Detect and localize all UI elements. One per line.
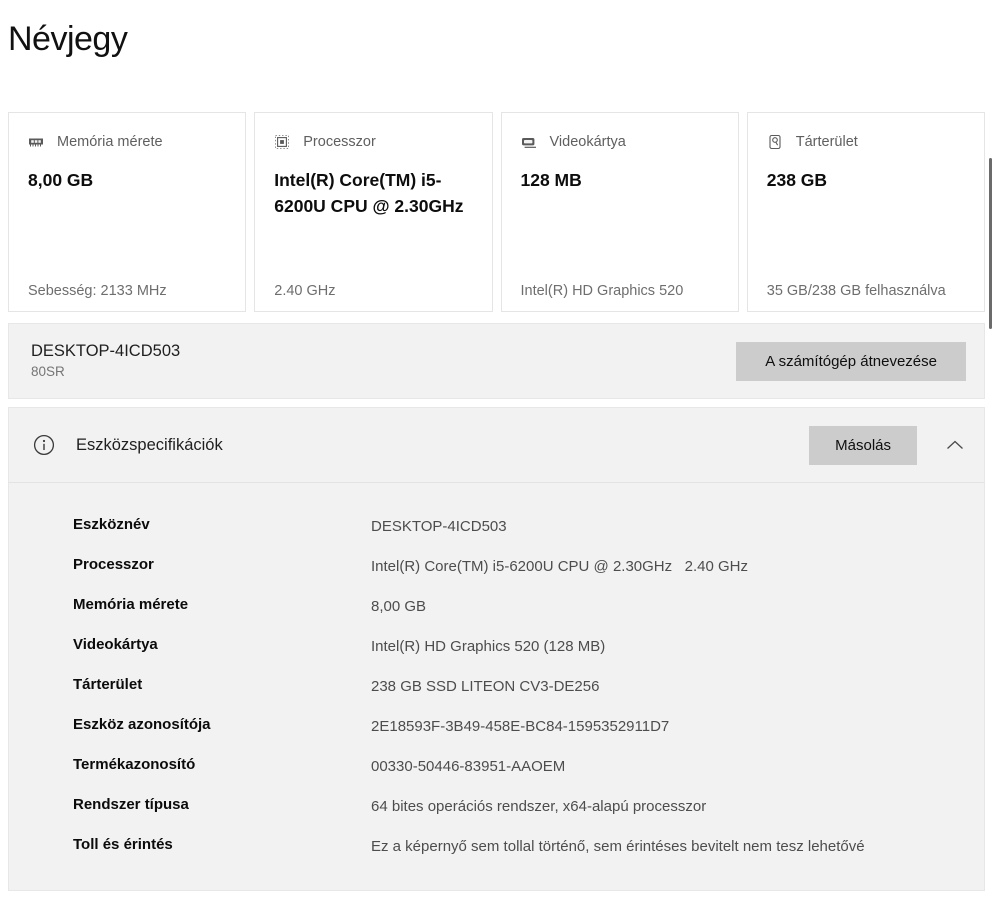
storage-icon: [769, 134, 781, 150]
device-specs-table: Eszköznév DESKTOP-4ICD503 Processzor Int…: [8, 483, 985, 891]
gpu-icon: [521, 138, 536, 148]
card-label: Memória mérete: [57, 134, 163, 150]
card-label: Tárterület: [795, 134, 858, 150]
card-footer: Intel(R) HD Graphics 520: [520, 283, 684, 299]
scrollbar-thumb[interactable]: [989, 158, 992, 329]
device-specs-title: Eszközspecifikációk: [76, 435, 223, 454]
card-value: 8,00 GB: [28, 170, 94, 190]
computer-name-bar: DESKTOP-4ICD503 80SR A számítógép átneve…: [8, 323, 985, 399]
card-footer: Sebesség: 2133 MHz: [28, 283, 167, 299]
card-footer: 35 GB/238 GB felhasználva: [766, 283, 946, 299]
rename-computer-button[interactable]: A számítógép átnevezése: [736, 341, 966, 381]
copy-button[interactable]: Másolás: [809, 425, 917, 465]
spec-row-processor: Processzor Intel(R) Core(TM) i5-6200U CP…: [73, 556, 748, 575]
card-processor: Processzor Intel(R) Core(TM) i5-6200U CP…: [254, 112, 493, 312]
card-memory: Memória mérete 8,00 GB Sebesség: 2133 MH…: [8, 112, 247, 312]
spec-row-product-id: Termékazonosító 00330-50446-83951-AAOEM: [73, 756, 566, 775]
spec-row-graphics: Videokártya Intel(R) HD Graphics 520 (12…: [73, 636, 606, 655]
spec-row-device-id: Eszköz azonosítója 2E18593F-3B49-458E-BC…: [73, 716, 670, 735]
chevron-up-icon[interactable]: [946, 440, 964, 450]
card-value: Intel(R) Core(TM) i5-6200U CPU @ 2.30GHz: [274, 170, 464, 216]
memory-icon: [29, 138, 43, 147]
hardware-cards: Memória mérete 8,00 GB Sebesség: 2133 MH…: [8, 112, 985, 312]
card-label: Processzor: [303, 134, 376, 150]
spec-row-device-name: Eszköznév DESKTOP-4ICD503: [73, 516, 507, 535]
cpu-icon: [275, 135, 290, 149]
spec-row-pen-touch: Toll és érintés Ez a képernyő sem tollal…: [73, 836, 865, 855]
card-storage: Tárterület 238 GB 35 GB/238 GB felhaszná…: [746, 112, 985, 312]
card-footer: 2.40 GHz: [274, 283, 336, 299]
computer-model: 80SR: [31, 363, 65, 379]
computer-name: DESKTOP-4ICD503: [31, 342, 181, 361]
device-specs-expander-header[interactable]: Eszközspecifikációk Másolás: [8, 407, 985, 483]
card-value: 128 MB: [520, 170, 582, 190]
card-value: 238 GB: [766, 170, 828, 190]
spec-row-system-type: Rendszer típusa 64 bites operációs rends…: [73, 796, 707, 815]
card-label: Videokártya: [549, 134, 626, 150]
page-title: Névjegy: [8, 20, 128, 58]
info-icon: [33, 434, 55, 456]
spec-row-memory: Memória mérete 8,00 GB: [73, 596, 427, 615]
spec-row-storage: Tárterület 238 GB SSD LITEON CV3-DE256: [73, 676, 600, 695]
card-graphics: Videokártya 128 MB Intel(R) HD Graphics …: [500, 112, 739, 312]
